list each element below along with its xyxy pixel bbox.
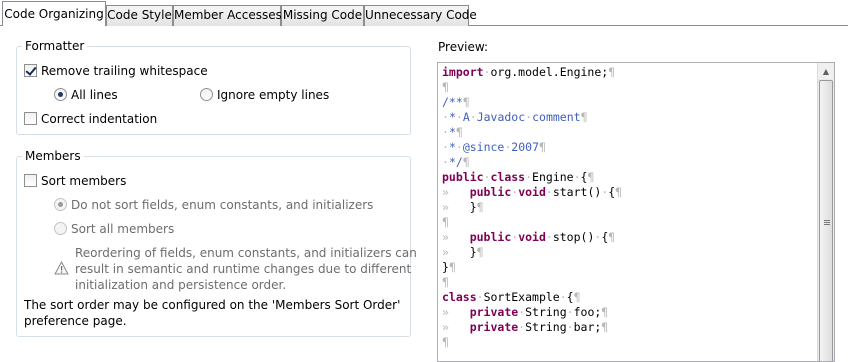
sort-members-option[interactable]: Sort members <box>24 173 126 189</box>
code-line: » private·String·foo;¶ <box>442 305 609 319</box>
scrollbar-grip-icon <box>824 220 830 221</box>
code-line: ·*¶ <box>442 125 463 139</box>
tab-unnecessary-code[interactable]: Unnecessary Code <box>364 5 477 26</box>
code-line: ¶ <box>442 80 449 94</box>
code-line: » public·void·stop()·{¶ <box>442 230 616 244</box>
scrollbar-grip-icon <box>824 222 830 223</box>
all-lines-option[interactable]: All lines <box>54 87 118 103</box>
sort-order-note-line: The sort order may be configured on the … <box>24 298 401 312</box>
tab-code-organizing[interactable]: Code Organizing <box>2 1 106 26</box>
sort-all-members-radio[interactable] <box>54 222 67 235</box>
code-line: class·SortExample·{¶ <box>442 290 581 304</box>
tab-missing-code[interactable]: Missing Code <box>281 5 364 26</box>
sort-members-checkbox[interactable] <box>24 174 37 187</box>
all-lines-radio[interactable] <box>54 88 67 101</box>
correct-indentation-label: Correct indentation <box>41 112 158 126</box>
ignore-empty-lines-option[interactable]: Ignore empty lines <box>200 87 329 103</box>
sort-all-members-label: Sort all members <box>71 222 175 236</box>
reorder-warning-text: Reordering of fields, enum constants, an… <box>75 245 425 293</box>
code-line: » }¶ <box>442 200 484 214</box>
warning-icon <box>54 261 69 275</box>
code-line: import·org.model.Engine;¶ <box>442 65 616 79</box>
members-group: Members Sort members Do not sort fields,… <box>16 149 417 337</box>
code-line: ·*·A·Javadoc·comment¶ <box>442 110 588 124</box>
do-not-sort-fields-option[interactable]: Do not sort fields, enum constants, and … <box>54 197 373 213</box>
tab-strip: Code Organizing Code Style Member Access… <box>0 0 848 26</box>
code-line: /**¶ <box>442 95 470 109</box>
sort-all-members-option[interactable]: Sort all members <box>54 221 174 237</box>
code-line: ·*/¶ <box>442 155 470 169</box>
formatter-group: Formatter Remove trailing whitespace All… <box>16 39 411 135</box>
ignore-empty-lines-label: Ignore empty lines <box>217 88 330 102</box>
all-lines-label: All lines <box>71 88 118 102</box>
code-line: » }¶ <box>442 245 484 259</box>
sort-members-label: Sort members <box>41 174 127 188</box>
sort-order-note: The sort order may be configured on the … <box>24 297 400 329</box>
reorder-warning-line: initialization and persistence order. <box>75 278 287 292</box>
preview-code: import·org.model.Engine;¶ ¶/**¶ ·*·A·Javad… <box>442 65 622 350</box>
correct-indentation-checkbox[interactable] <box>24 112 37 125</box>
scrollbar-grip-icon <box>824 224 830 225</box>
reorder-warning-line: result in semantic and runtime changes d… <box>75 262 412 276</box>
do-not-sort-fields-label: Do not sort fields, enum constants, and … <box>71 198 374 212</box>
code-line: ¶ <box>442 215 449 229</box>
formatter-legend: Formatter <box>22 39 88 53</box>
code-line: }¶ <box>442 260 456 274</box>
code-line: ·*·@since·2007¶ <box>442 140 546 154</box>
reorder-warning-line: Reordering of fields, enum constants, an… <box>75 246 417 260</box>
remove-trailing-whitespace-checkbox[interactable] <box>24 64 37 77</box>
members-legend: Members <box>22 149 84 163</box>
preview-code-area[interactable]: import·org.model.Engine;¶ ¶/**¶ ·*·A·Javad… <box>437 62 835 362</box>
tab-page: Formatter Remove trailing whitespace All… <box>0 26 848 362</box>
ignore-empty-lines-radio[interactable] <box>200 88 213 101</box>
tab-member-accesses[interactable]: Member Accesses <box>173 5 282 26</box>
code-line: ¶ <box>442 275 449 289</box>
remove-trailing-whitespace-option[interactable]: Remove trailing whitespace <box>24 63 208 79</box>
remove-trailing-whitespace-label: Remove trailing whitespace <box>41 64 208 78</box>
sort-order-note-line: preference page. <box>24 314 127 328</box>
do-not-sort-fields-radio[interactable] <box>54 198 67 211</box>
tab-code-style[interactable]: Code Style <box>106 5 173 26</box>
preview-scrollbar[interactable]: ▲ <box>817 63 834 361</box>
code-line: » public·void·start()·{¶ <box>442 185 623 199</box>
code-line: » private·String·bar;¶ <box>442 320 609 334</box>
code-line: ¶ <box>442 335 449 349</box>
preview-label: Preview: <box>438 40 489 54</box>
scroll-up-arrow-icon[interactable]: ▲ <box>818 63 834 79</box>
code-line: public·class·Engine·{¶ <box>442 170 595 184</box>
correct-indentation-option[interactable]: Correct indentation <box>24 111 157 127</box>
scrollbar-thumb[interactable] <box>819 80 833 361</box>
